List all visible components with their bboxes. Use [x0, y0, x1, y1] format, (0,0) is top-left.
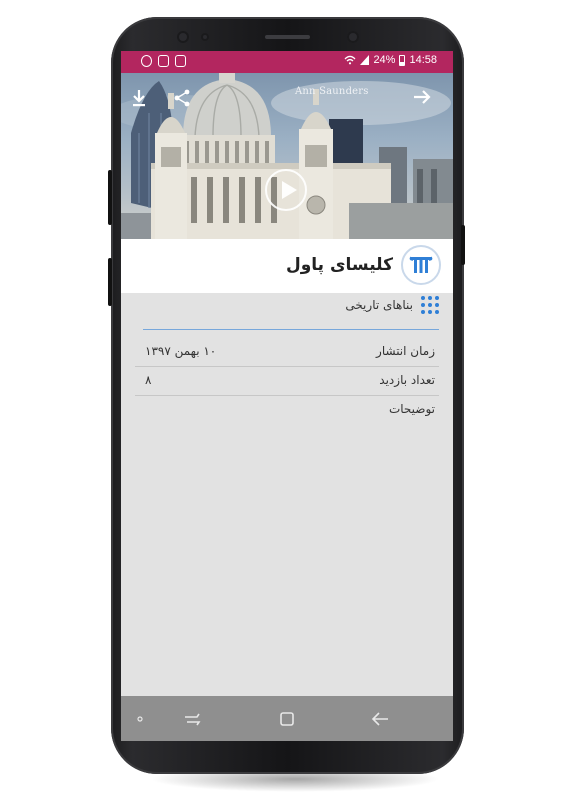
battery-icon — [399, 54, 406, 66]
download-icon — [133, 90, 145, 107]
iris-sensor — [177, 31, 189, 43]
hero-image: Ann Saunders — [121, 73, 453, 239]
status-right: 24% 14:58 — [344, 54, 437, 66]
detail-label: زمان انتشار — [376, 344, 435, 358]
account-icon — [141, 55, 152, 67]
recent-apps-icon — [185, 713, 201, 725]
system-nav-bar — [121, 696, 453, 741]
title-card: کلیسای پاول — [121, 239, 453, 293]
back-nav-button[interactable] — [369, 696, 391, 741]
status-bar: 24% 14:58 — [121, 51, 453, 73]
recent-apps-button[interactable] — [181, 696, 203, 741]
detail-row-publish-date: زمان انتشار ۱۰ بهمن ۱۳۹۷ — [135, 338, 439, 367]
clipboard-icon — [175, 55, 186, 67]
volume-button — [108, 258, 112, 306]
clock: 14:58 — [409, 54, 437, 66]
screen: 24% 14:58 Ann Saunders کلیسای پاول بناها… — [121, 51, 453, 741]
share-icon — [174, 89, 190, 107]
proximity-sensor — [201, 33, 209, 41]
front-camera — [347, 31, 359, 43]
detail-value: ۸ — [145, 373, 152, 387]
home-icon — [280, 711, 294, 726]
category-link[interactable]: بناهای تاریخی — [345, 296, 439, 314]
detail-label: تعداد بازدید — [379, 373, 435, 387]
section-divider — [143, 329, 439, 330]
earpiece-speaker — [265, 35, 310, 39]
category-badge — [401, 245, 441, 285]
signal-icon — [360, 55, 370, 65]
back-button[interactable] — [413, 89, 443, 111]
wifi-icon — [344, 55, 356, 65]
column-icon — [409, 256, 433, 273]
detail-row-description: توضیحات — [135, 396, 439, 424]
detail-label: توضیحات — [388, 402, 435, 416]
grid-dots-icon — [421, 296, 439, 314]
nav-dot-button[interactable] — [133, 696, 147, 741]
page-title: کلیسای پاول — [285, 255, 393, 275]
share-button[interactable] — [173, 89, 197, 111]
book-author-caption: Ann Saunders — [295, 86, 369, 97]
detail-value: ۱۰ بهمن ۱۳۹۷ — [145, 344, 217, 358]
arrow-right-icon — [414, 90, 431, 104]
power-button — [461, 225, 465, 265]
download-button[interactable] — [131, 89, 153, 111]
notification-icons — [141, 55, 186, 67]
home-button[interactable] — [276, 696, 298, 741]
sim-icon — [158, 55, 169, 67]
play-button[interactable] — [265, 169, 307, 211]
dot-icon — [137, 715, 143, 722]
bixby-button — [108, 170, 112, 225]
detail-row-views: تعداد بازدید ۸ — [135, 367, 439, 396]
category-label: بناهای تاریخی — [345, 298, 413, 312]
battery-percent: 24% — [373, 54, 396, 66]
cathedral-skyline — [121, 73, 453, 239]
back-arrow-icon — [371, 711, 388, 726]
